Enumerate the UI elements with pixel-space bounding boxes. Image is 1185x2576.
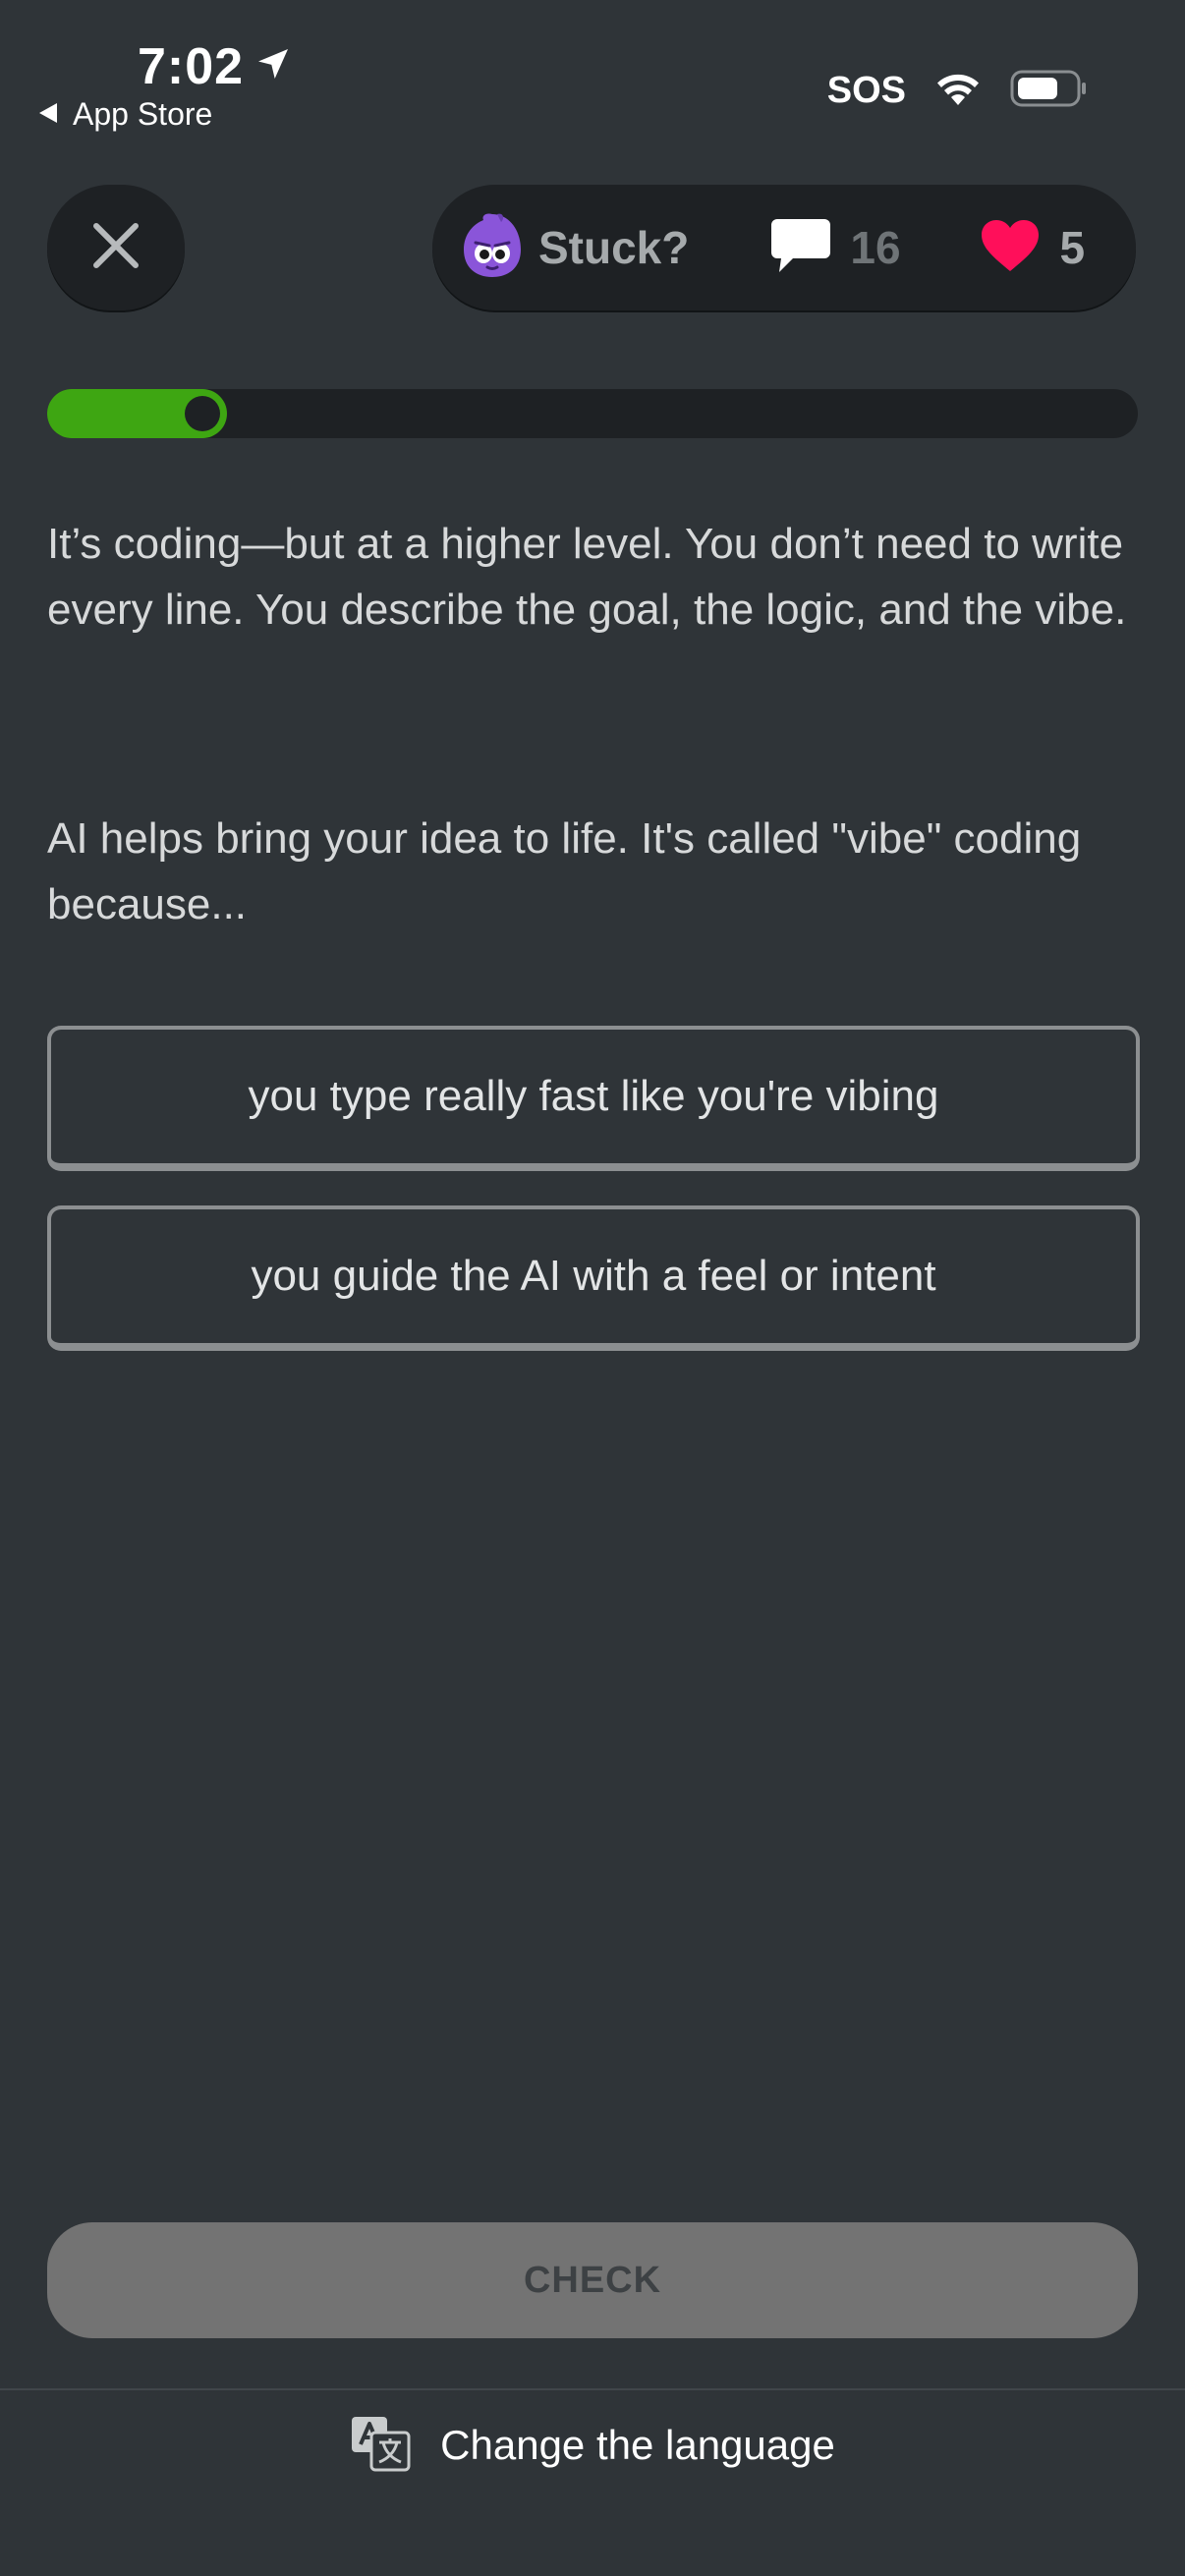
back-to-app-store[interactable]: App Store bbox=[37, 96, 212, 133]
progress-knob bbox=[185, 396, 220, 431]
mascot-avatar-icon bbox=[460, 210, 525, 286]
close-button[interactable] bbox=[47, 185, 185, 310]
hearts-counter[interactable]: 5 bbox=[980, 218, 1086, 278]
status-time-group: 7:02 bbox=[138, 37, 293, 96]
comments-counter[interactable]: 16 bbox=[769, 217, 901, 279]
answer-option[interactable]: you type really fast like you're vibing bbox=[47, 1026, 1140, 1171]
speech-bubble-icon bbox=[769, 217, 832, 279]
location-arrow-icon bbox=[254, 37, 293, 96]
lesson-progress-bar bbox=[47, 389, 1138, 438]
lesson-paragraph: It’s coding—but at a higher level. You d… bbox=[47, 520, 1127, 634]
change-language-label: Change the language bbox=[440, 2422, 835, 2468]
wifi-icon bbox=[933, 70, 983, 112]
lesson-question: AI helps bring your idea to life. It's c… bbox=[47, 814, 1082, 928]
check-button[interactable]: CHECK bbox=[47, 2222, 1138, 2338]
hearts-count: 5 bbox=[1059, 222, 1086, 273]
answer-option[interactable]: you guide the AI with a feel or intent bbox=[47, 1205, 1140, 1351]
comments-count: 16 bbox=[850, 222, 901, 273]
battery-icon bbox=[1010, 69, 1089, 113]
sos-indicator: SOS bbox=[826, 70, 906, 111]
translate-icon bbox=[350, 2415, 411, 2477]
stuck-label: Stuck? bbox=[538, 222, 690, 273]
close-icon bbox=[90, 220, 141, 276]
change-language-button[interactable]: Change the language bbox=[0, 2412, 1185, 2479]
heart-icon bbox=[980, 218, 1041, 278]
stats-pill: Stuck? 16 5 bbox=[432, 185, 1136, 310]
footer-divider bbox=[0, 2388, 1185, 2390]
stuck-button[interactable]: Stuck? bbox=[460, 210, 689, 286]
status-indicators: SOS bbox=[827, 69, 1089, 113]
status-time: 7:02 bbox=[138, 38, 245, 95]
back-label: App Store bbox=[73, 96, 213, 132]
back-triangle-icon bbox=[37, 96, 59, 133]
